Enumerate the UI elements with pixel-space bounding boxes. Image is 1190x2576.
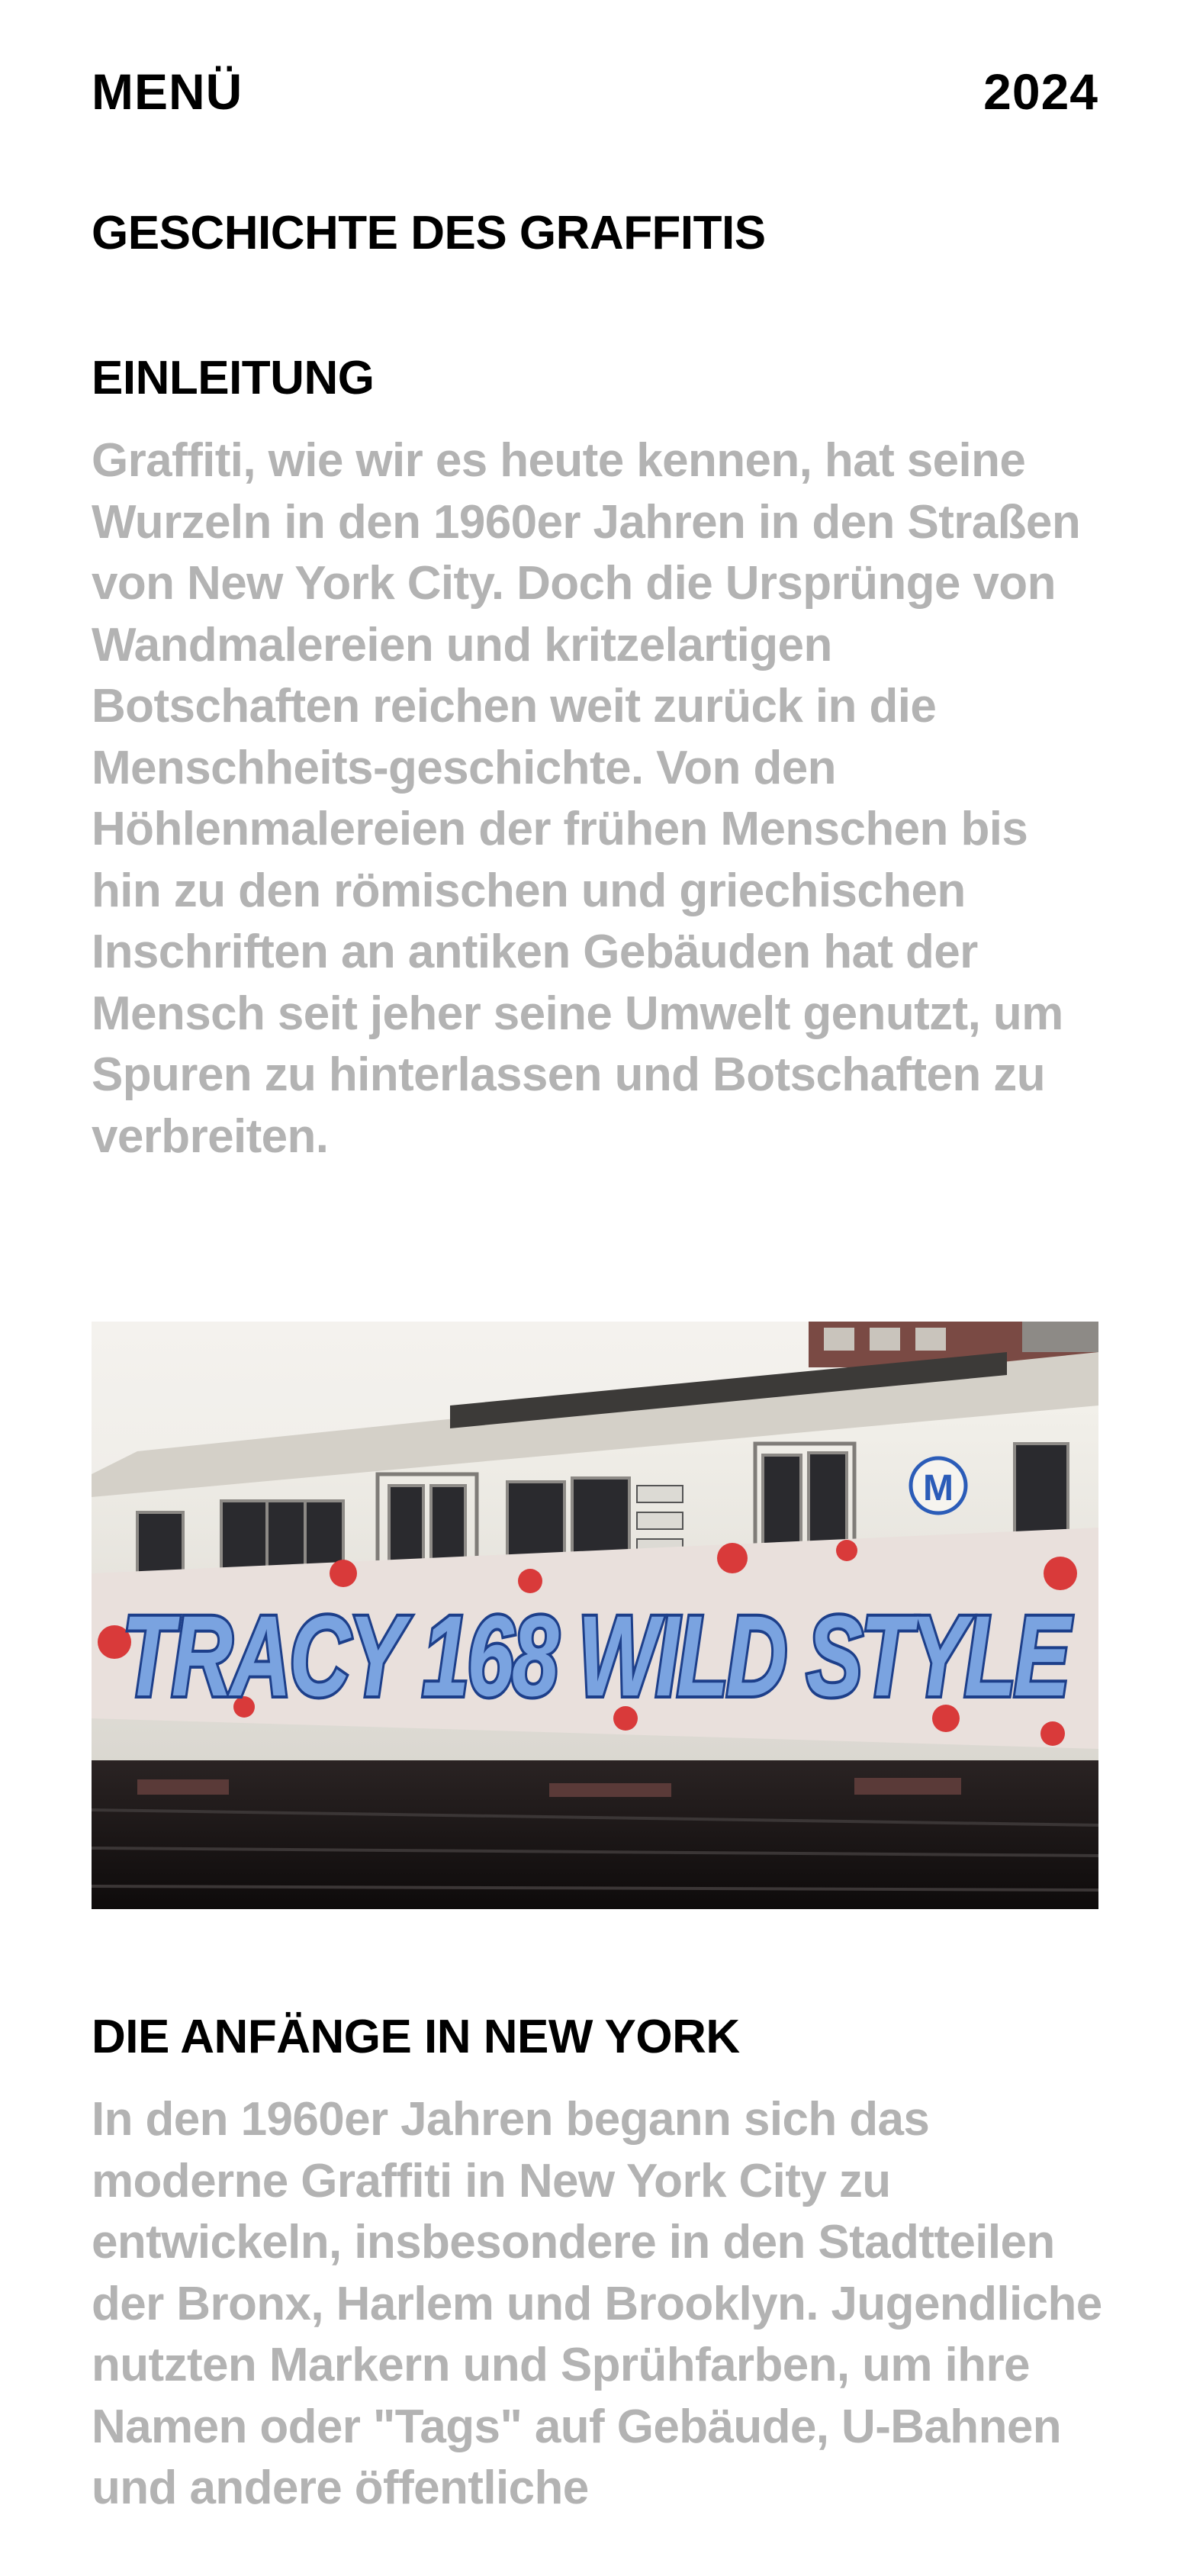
- top-bar: MENÜ 2024: [92, 61, 1098, 122]
- subway-graffiti-image: M 9093 TRACY 168 WILD STYLE: [92, 1322, 1098, 1909]
- subway-logo-letter: M: [923, 1468, 954, 1509]
- section-body-anfaenge: In den 1960er Jahren begann sich das mod…: [92, 2093, 1102, 2514]
- menu-button[interactable]: MENÜ: [92, 61, 243, 122]
- section-heading-einleitung: EINLEITUNG: [92, 352, 375, 404]
- section-body-einleitung: Graffiti, wie wir es heute kennen, hat s…: [92, 434, 1081, 1163]
- graffiti-lettering: TRACY 168 WILD STYLE: [122, 1592, 1073, 1720]
- page-title: GESCHICHTE DES GRAFFITIS: [92, 207, 766, 259]
- section-heading-anfaenge: DIE ANFÄNGE IN NEW YORK: [92, 2011, 740, 2063]
- year-label: 2024: [983, 63, 1098, 120]
